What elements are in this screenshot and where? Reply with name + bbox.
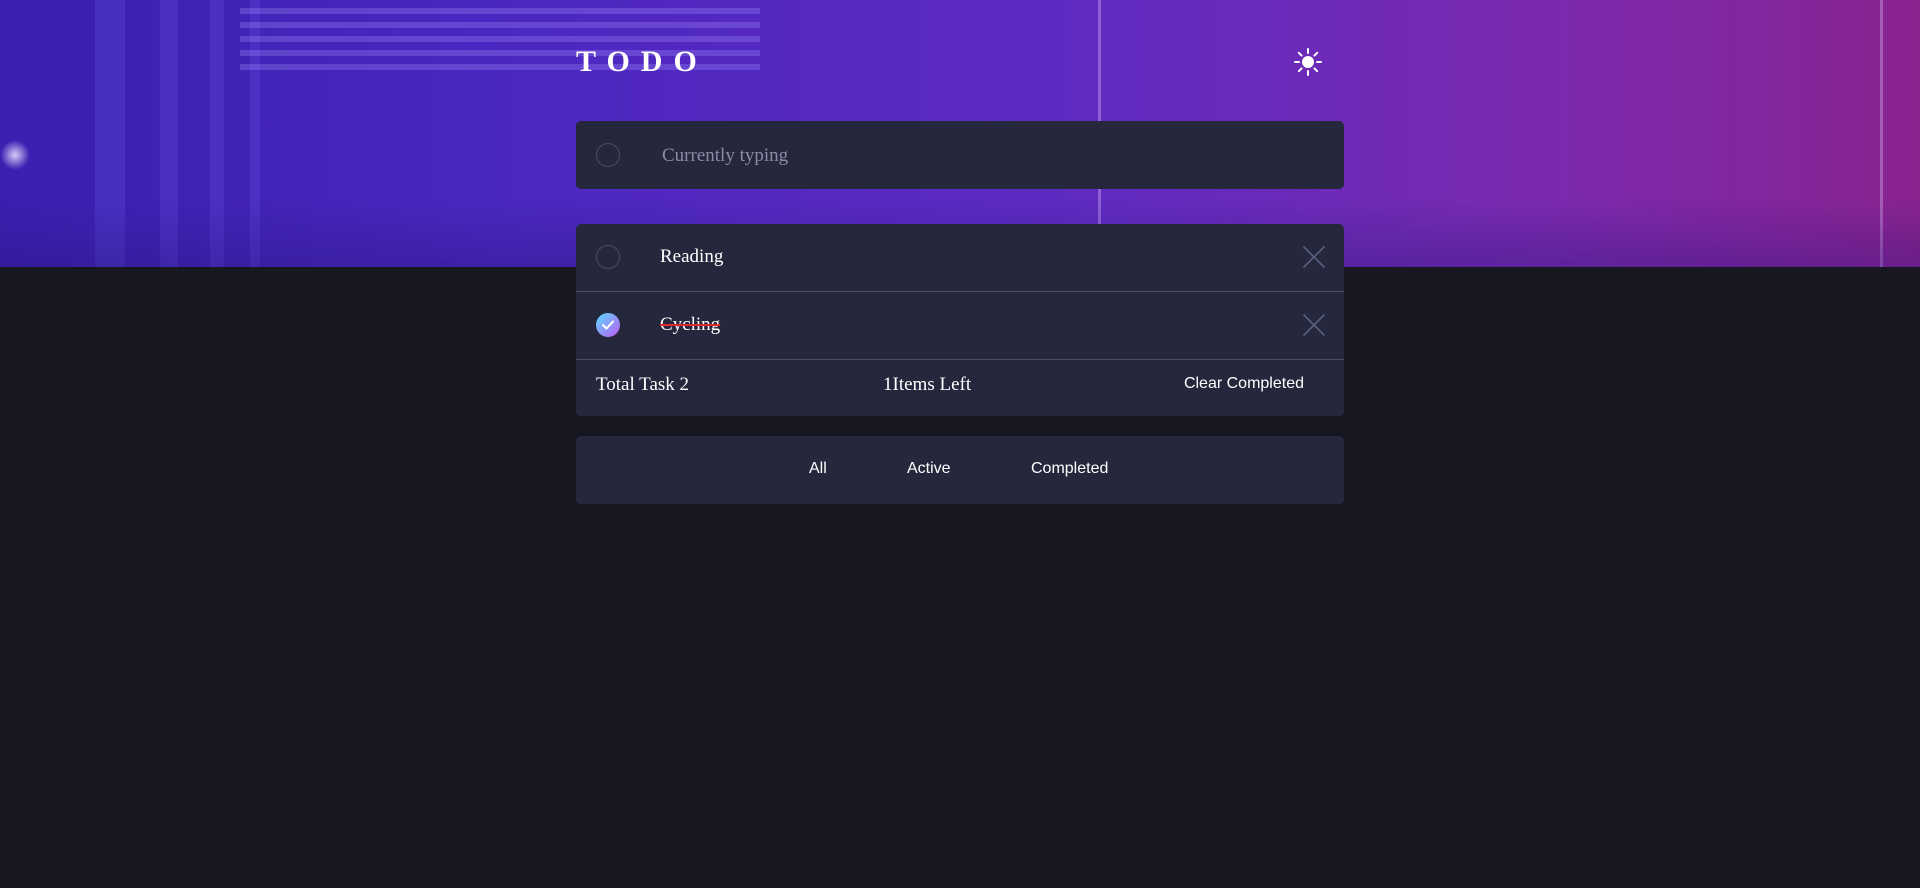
close-icon[interactable] <box>1302 313 1326 337</box>
new-todo-check-circle[interactable] <box>596 143 620 167</box>
new-todo-input[interactable] <box>660 137 1304 175</box>
new-todo-card <box>576 121 1344 189</box>
list-item: Cycling <box>576 292 1344 360</box>
list-item: Reading <box>576 224 1344 292</box>
filter-all[interactable]: All <box>809 460 827 478</box>
items-left-count: 1Items Left <box>883 374 972 395</box>
todo-label: Cycling <box>660 314 721 335</box>
todo-label: Reading <box>660 246 724 267</box>
sun-icon[interactable] <box>1292 46 1324 78</box>
clear-completed-button[interactable]: Clear Completed <box>1184 375 1304 393</box>
filter-bar: All Active Completed <box>576 436 1344 504</box>
check-icon[interactable] <box>596 313 620 337</box>
app-header: TODO <box>576 44 1344 80</box>
filter-completed[interactable]: Completed <box>1031 460 1108 478</box>
app-title: TODO <box>576 45 708 78</box>
filter-active[interactable]: Active <box>907 460 951 478</box>
todo-list: Reading Cycling Total Task 2 1Items Left… <box>576 224 1344 416</box>
todo-check-circle[interactable] <box>596 245 620 269</box>
close-icon[interactable] <box>1302 245 1326 269</box>
total-task-count: Total Task 2 <box>596 374 690 395</box>
list-footer: Total Task 2 1Items Left Clear Completed <box>576 360 1344 416</box>
